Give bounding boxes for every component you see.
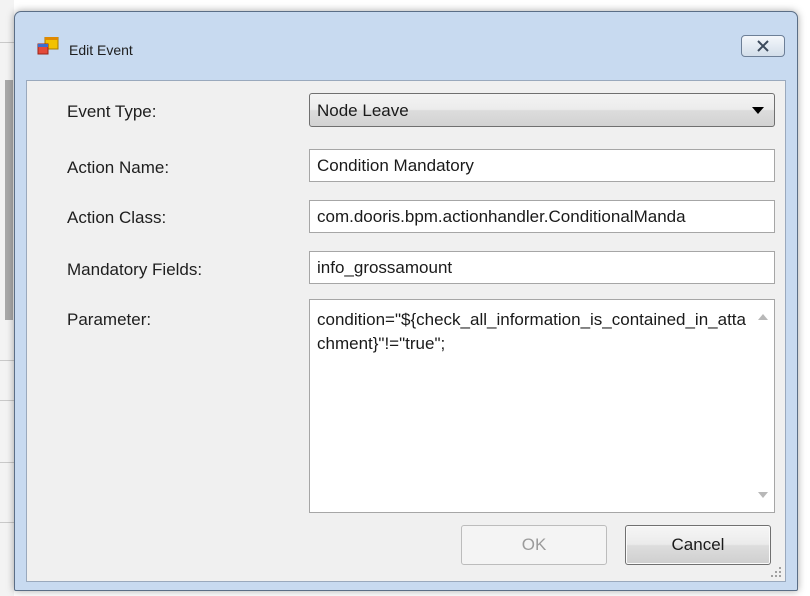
- action-name-label: Action Name:: [67, 158, 170, 177]
- close-button[interactable]: [741, 35, 785, 57]
- app-window-icon: [37, 37, 59, 55]
- scroll-up-arrow-icon[interactable]: [758, 314, 768, 320]
- parameter-textarea[interactable]: condition="${check_all_information_is_co…: [309, 299, 775, 513]
- chevron-down-icon: [752, 107, 764, 114]
- edit-event-dialog: Edit Event Event Type: Node Leave Action…: [14, 11, 798, 591]
- ok-button[interactable]: OK: [461, 525, 607, 565]
- action-class-field[interactable]: com.dooris.bpm.actionhandler.Conditional…: [309, 200, 775, 233]
- resize-grip-icon[interactable]: [770, 566, 782, 578]
- window-title: Edit Event: [69, 42, 133, 58]
- action-class-label: Action Class:: [67, 208, 167, 227]
- event-type-label: Event Type:: [67, 102, 157, 121]
- cancel-button[interactable]: Cancel: [625, 525, 771, 565]
- scroll-down-arrow-icon[interactable]: [758, 492, 768, 498]
- dialog-body: Event Type: Node Leave Action Name: Cond…: [26, 80, 786, 582]
- parameter-scrollbar[interactable]: [752, 300, 774, 512]
- event-type-value: Node Leave: [317, 101, 409, 120]
- mandatory-fields-field[interactable]: info_grossamount: [309, 251, 775, 284]
- mandatory-fields-label: Mandatory Fields:: [67, 260, 203, 279]
- action-name-field[interactable]: Condition Mandatory: [309, 149, 775, 182]
- parameter-label: Parameter:: [67, 310, 152, 329]
- parameter-text: condition="${check_all_information_is_co…: [317, 310, 746, 353]
- title-bar[interactable]: Edit Event: [15, 12, 797, 82]
- event-type-select[interactable]: Node Leave: [309, 93, 775, 127]
- background-scrollbar: [5, 80, 13, 320]
- close-icon: [757, 40, 769, 52]
